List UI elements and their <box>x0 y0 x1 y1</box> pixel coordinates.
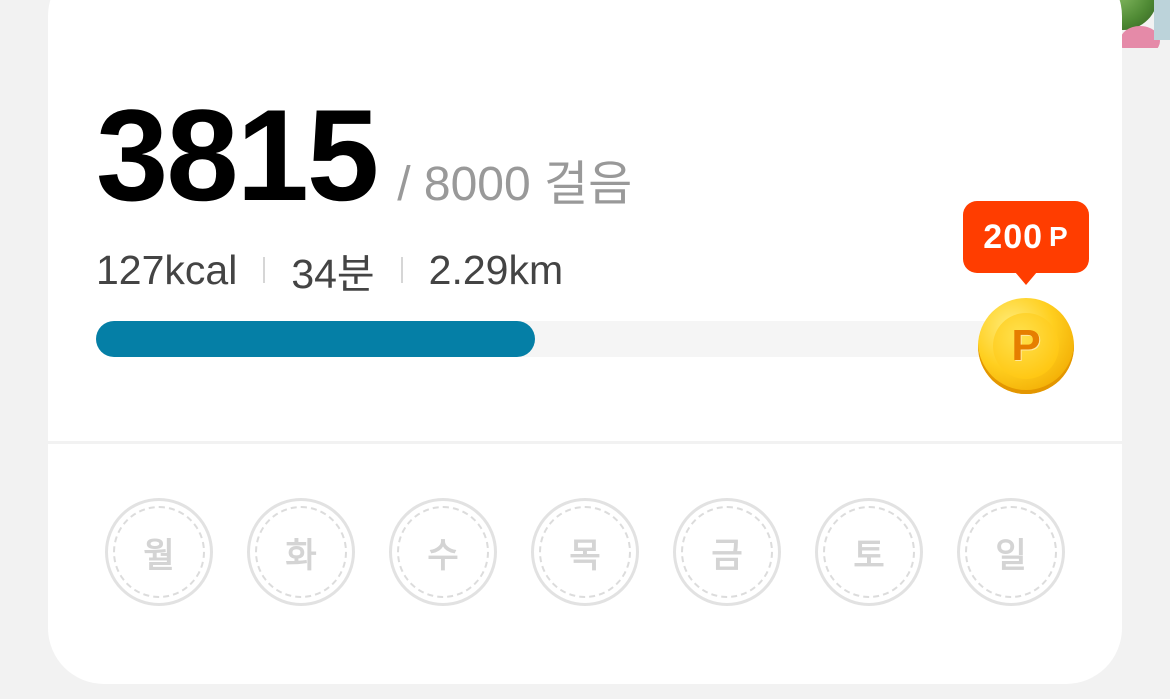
weekly-stamps: 월 화 수 목 금 토 일 <box>105 498 1065 606</box>
day-label: 토 <box>823 506 915 598</box>
stat-divider <box>263 257 266 283</box>
steps-goal: / 8000 걸음 <box>397 158 633 211</box>
stat-divider <box>400 257 403 283</box>
day-stamp-wed[interactable]: 수 <box>389 498 497 606</box>
day-stamp-thu[interactable]: 목 <box>531 498 639 606</box>
section-divider <box>48 441 1122 444</box>
day-stamp-sat[interactable]: 토 <box>815 498 923 606</box>
steps-progress-fill <box>96 321 535 357</box>
day-stamp-fri[interactable]: 금 <box>673 498 781 606</box>
day-stamp-tue[interactable]: 화 <box>247 498 355 606</box>
distance-stat: 2.29km <box>428 246 564 293</box>
duration-stat: 34분 <box>291 251 375 297</box>
day-label: 수 <box>397 506 489 598</box>
reward-unit: P <box>1049 221 1069 252</box>
day-label: 목 <box>539 506 631 598</box>
coin-symbol: P <box>993 313 1059 379</box>
day-stamp-mon[interactable]: 월 <box>105 498 213 606</box>
day-label: 월 <box>113 506 205 598</box>
walk-stats: 127kcal 34분 2.29km <box>96 240 563 300</box>
steps-progress-bar <box>96 321 1016 357</box>
calories-stat: 127kcal <box>96 246 238 293</box>
current-steps: 3815 <box>96 82 379 228</box>
step-counter-card[interactable]: 3815 / 8000 걸음 127kcal 34분 2.29km 200 P P… <box>48 0 1122 684</box>
day-label: 일 <box>965 506 1057 598</box>
day-stamp-sun[interactable]: 일 <box>957 498 1065 606</box>
steps-summary: 3815 / 8000 걸음 <box>96 90 632 220</box>
reward-amount: 200 <box>983 217 1044 256</box>
day-label: 화 <box>255 506 347 598</box>
point-coin-icon[interactable]: P <box>978 298 1074 394</box>
reward-points-badge: 200 P <box>963 201 1089 285</box>
day-label: 금 <box>681 506 773 598</box>
